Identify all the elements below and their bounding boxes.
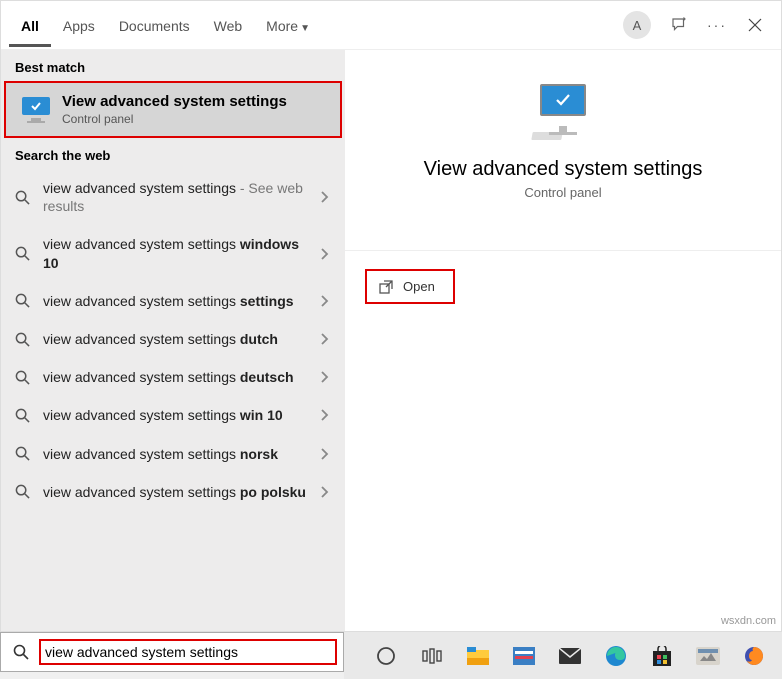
- control-panel-icon: [20, 97, 52, 123]
- chevron-right-icon[interactable]: [314, 332, 335, 346]
- best-match-title: View advanced system settings: [62, 93, 287, 110]
- results-panel: Best match View advanced system settings…: [1, 50, 345, 631]
- search-icon: [15, 190, 33, 205]
- preview-panel: View advanced system settings Control pa…: [345, 50, 781, 631]
- web-result-row[interactable]: view advanced system settings windows 10: [1, 225, 345, 281]
- web-result-text: view advanced system settings dutch: [43, 330, 314, 348]
- more-options-icon[interactable]: ···: [707, 15, 727, 35]
- tab-apps[interactable]: Apps: [51, 4, 107, 47]
- chevron-right-icon[interactable]: [314, 294, 335, 308]
- chevron-down-icon: ▼: [300, 23, 310, 34]
- open-button[interactable]: Open: [365, 269, 455, 304]
- search-icon: [15, 370, 33, 385]
- preview-title: View advanced system settings: [424, 158, 703, 181]
- taskbar: [344, 632, 782, 679]
- file-explorer-icon[interactable]: [466, 644, 490, 668]
- chevron-right-icon[interactable]: [314, 190, 335, 204]
- edge-icon[interactable]: [604, 644, 628, 668]
- best-match-subtitle: Control panel: [62, 112, 287, 126]
- watermark: wsxdn.com: [721, 615, 776, 627]
- chevron-right-icon[interactable]: [314, 370, 335, 384]
- search-icon: [15, 484, 33, 499]
- tab-more[interactable]: More▼: [254, 4, 322, 47]
- web-result-text: view advanced system settings deutsch: [43, 368, 314, 386]
- tab-documents[interactable]: Documents: [107, 4, 202, 47]
- web-result-text: view advanced system settings po polsku: [43, 483, 314, 501]
- web-result-row[interactable]: view advanced system settings win 10: [1, 396, 345, 434]
- web-result-text: view advanced system settings - See web …: [43, 179, 314, 215]
- user-avatar[interactable]: A: [623, 11, 651, 39]
- web-result-row[interactable]: view advanced system settings dutch: [1, 320, 345, 358]
- web-result-text: view advanced system settings windows 10: [43, 235, 314, 271]
- tab-web[interactable]: Web: [202, 4, 255, 47]
- section-best-match: Best match: [1, 50, 345, 81]
- preview-icon: [528, 80, 598, 140]
- search-icon: [13, 644, 33, 660]
- filter-tabs: All Apps Documents Web More▼ A ···: [1, 1, 781, 49]
- web-result-row[interactable]: view advanced system settings norsk: [1, 435, 345, 473]
- close-icon[interactable]: [745, 15, 765, 35]
- search-bar[interactable]: [0, 632, 344, 672]
- search-icon: [15, 246, 33, 261]
- section-web: Search the web: [1, 138, 345, 169]
- web-result-text: view advanced system settings settings: [43, 292, 314, 310]
- tab-all[interactable]: All: [9, 4, 51, 47]
- app-icon-1[interactable]: [512, 644, 536, 668]
- search-input[interactable]: [45, 644, 331, 660]
- search-icon: [15, 332, 33, 347]
- chevron-right-icon[interactable]: [314, 485, 335, 499]
- app-icon-2[interactable]: [696, 644, 720, 668]
- preview-subtitle: Control panel: [524, 185, 601, 200]
- search-icon: [15, 446, 33, 461]
- store-icon[interactable]: [650, 644, 674, 668]
- mail-icon[interactable]: [558, 644, 582, 668]
- web-result-row[interactable]: view advanced system settings po polsku: [1, 473, 345, 511]
- web-result-row[interactable]: view advanced system settings deutsch: [1, 358, 345, 396]
- web-result-text: view advanced system settings norsk: [43, 445, 314, 463]
- feedback-icon[interactable]: [669, 15, 689, 35]
- chevron-right-icon[interactable]: [314, 447, 335, 461]
- best-match-result[interactable]: View advanced system settings Control pa…: [4, 81, 342, 138]
- chevron-right-icon[interactable]: [314, 408, 335, 422]
- search-icon: [15, 293, 33, 308]
- web-result-text: view advanced system settings win 10: [43, 406, 314, 424]
- cortana-icon[interactable]: [374, 644, 398, 668]
- web-result-row[interactable]: view advanced system settings settings: [1, 282, 345, 320]
- chevron-right-icon[interactable]: [314, 247, 335, 261]
- open-external-icon: [379, 280, 393, 294]
- search-icon: [15, 408, 33, 423]
- web-result-row[interactable]: view advanced system settings - See web …: [1, 169, 345, 225]
- firefox-icon[interactable]: [742, 644, 766, 668]
- task-view-icon[interactable]: [420, 644, 444, 668]
